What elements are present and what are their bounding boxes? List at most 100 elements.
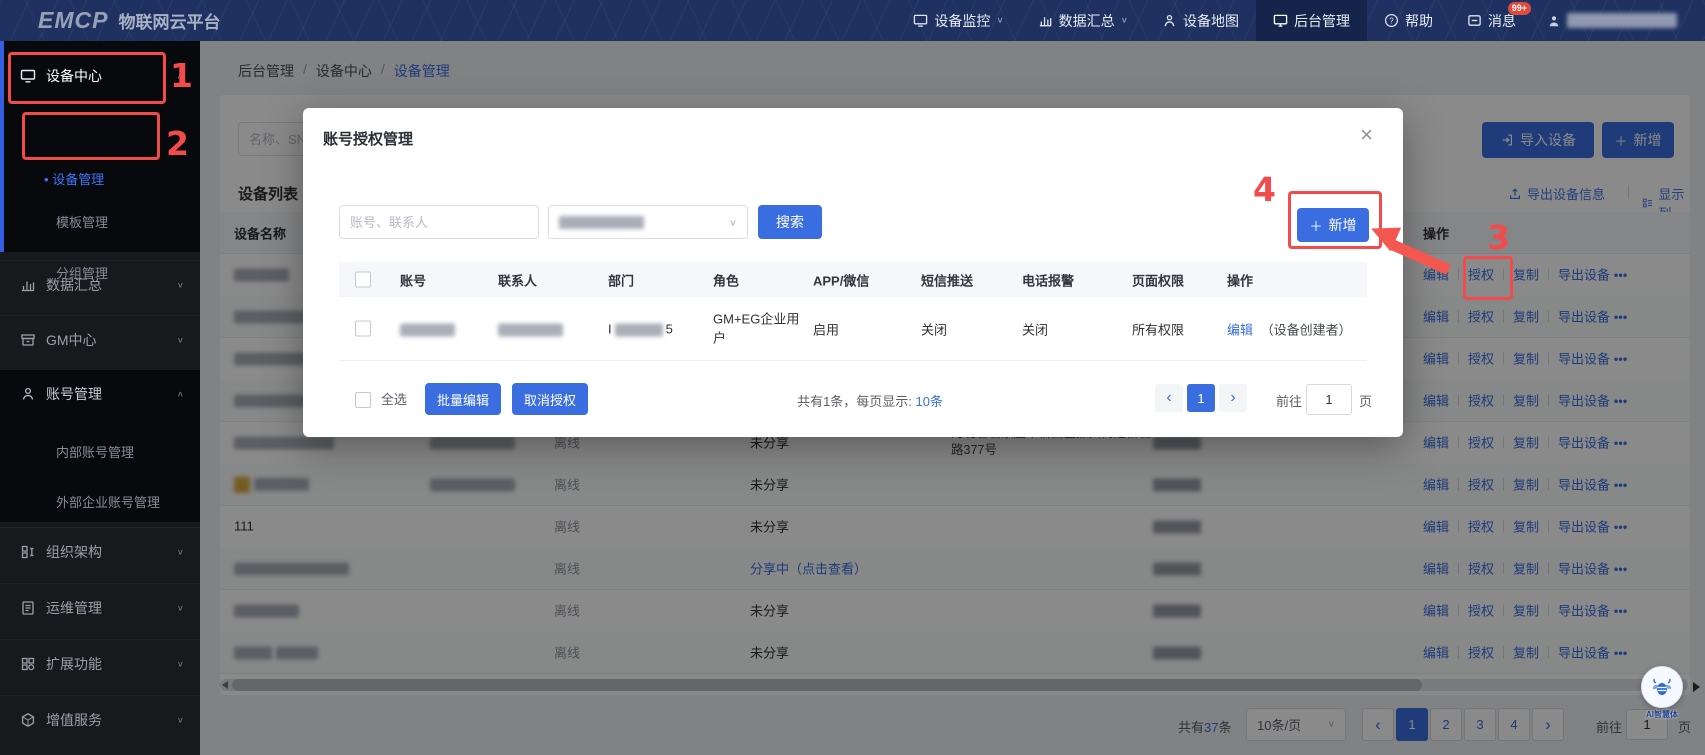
modal-goto-input[interactable] <box>1306 384 1352 415</box>
sidebar-item-label: GM中心 <box>46 330 97 350</box>
account-filter-select[interactable]: ∨ <box>548 205 748 239</box>
column-app-wechat: APP/微信 <box>813 270 869 289</box>
sidebar-item-template-manage[interactable]: 模板管理 <box>56 212 108 231</box>
chevron-down-icon: ∨ <box>996 16 1003 25</box>
topnav-device-monitor[interactable]: 设备监控 ∨ <box>896 0 1020 41</box>
modal-page-1[interactable]: 1 <box>1187 384 1215 412</box>
column-account: 账号 <box>400 270 426 289</box>
device-monitor-icon <box>20 68 36 84</box>
logo-emcp: EMCP <box>38 7 108 34</box>
chart-icon <box>1038 13 1053 28</box>
sms-push-cell: 关闭 <box>921 319 947 338</box>
message-icon <box>1467 13 1482 28</box>
sidebar-item-account-manage[interactable]: 账号管理 ∧ <box>0 370 200 418</box>
sidebar-item-label: 设备中心 <box>46 66 102 86</box>
logo-platform-name: 物联网云平台 <box>118 8 220 33</box>
creator-note: （设备创建者） <box>1261 322 1352 337</box>
sidebar-item-device-manage[interactable]: • 设备管理 <box>44 169 104 188</box>
sidebar-item-internal-account[interactable]: 内部账号管理 <box>56 442 134 461</box>
topnav-label: 设备地图 <box>1183 11 1239 31</box>
sidebar-item-device-center[interactable]: 设备中心 ∧ <box>0 52 200 100</box>
sidebar-item-label: 运维管理 <box>46 598 102 618</box>
modal-goto-label: 前往 <box>1276 391 1302 410</box>
modal-add-button[interactable]: ＋ 新增 <box>1297 208 1369 242</box>
ai-bee-icon <box>1641 666 1683 708</box>
column-department: 部门 <box>608 270 634 289</box>
close-icon[interactable]: × <box>1360 124 1373 146</box>
sidebar-item-extend-functions[interactable]: 扩展功能 ∨ <box>0 639 200 688</box>
chevron-down-icon: ∨ <box>177 604 184 613</box>
ai-expand-arrow-icon[interactable] <box>1693 682 1700 692</box>
sidebar-item-external-account[interactable]: 外部企业账号管理 <box>56 492 160 511</box>
redacted-department <box>615 323 663 336</box>
sidebar-item-org-structure[interactable]: 组织架构 ∨ <box>0 527 200 576</box>
chevron-down-icon: ∨ <box>177 281 184 290</box>
topnav-admin-active[interactable]: 后台管理 <box>1256 0 1367 41</box>
select-all-label: 全选 <box>381 392 407 407</box>
department-cell: I5 <box>608 321 673 336</box>
phone-alarm-cell: 关闭 <box>1022 319 1048 338</box>
account-search-input[interactable] <box>339 205 539 239</box>
chevron-up-icon: ∧ <box>177 72 184 81</box>
redacted-username <box>1567 13 1677 28</box>
chevron-down-icon: ∨ <box>1121 16 1128 25</box>
edit-link[interactable]: 编辑 <box>1227 322 1253 337</box>
active-bullet: • <box>44 172 49 187</box>
modal-table-header: 账号 联系人 部门 角色 APP/微信 短信推送 电话报警 页面权限 操作 <box>339 262 1367 297</box>
topnav-device-map[interactable]: 设备地图 <box>1145 0 1256 41</box>
batch-edit-button[interactable]: 批量编辑 <box>425 383 501 415</box>
chevron-down-icon: ∨ <box>177 660 184 669</box>
topnav-messages[interactable]: 消息 99+ <box>1450 0 1533 41</box>
avatar-icon <box>1547 14 1561 28</box>
search-button[interactable]: 搜索 <box>758 205 822 239</box>
message-count-badge: 99+ <box>1508 2 1531 15</box>
ai-assistant-widget[interactable]: AI智慧体 <box>1632 666 1692 720</box>
grid-modules-icon <box>20 656 36 672</box>
topnav-label: 数据汇总 <box>1059 11 1115 31</box>
chart-icon <box>20 277 36 293</box>
person-icon <box>20 386 36 402</box>
sidebar-item-label: 数据汇总 <box>46 275 102 295</box>
question-circle-icon: ? <box>1384 13 1399 28</box>
cancel-auth-button[interactable]: 取消授权 <box>512 383 588 415</box>
modal-total-text: 共有1条，每页显示: 10条 <box>797 391 943 410</box>
sidebar-item-data-summary[interactable]: 数据汇总 ∨ <box>0 260 200 309</box>
sidebar-item-label: 内部账号管理 <box>56 445 134 460</box>
monitor-icon <box>913 13 928 28</box>
select-all-checkbox[interactable] <box>355 271 371 287</box>
redacted-contact <box>498 323 563 336</box>
page-permission-cell: 所有权限 <box>1132 319 1184 338</box>
map-pin-person-icon <box>1162 13 1177 28</box>
ai-assistant-label: AI智慧体 <box>1632 709 1692 720</box>
role-cell: GM+EG企业用户 <box>713 309 805 348</box>
column-contact: 联系人 <box>498 270 537 289</box>
topnav-user-account[interactable] <box>1533 0 1705 41</box>
chevron-down-icon: ∨ <box>729 217 737 227</box>
svg-text:?: ? <box>1389 16 1394 25</box>
topnav-label: 帮助 <box>1405 11 1433 31</box>
topnav-help[interactable]: ? 帮助 <box>1367 0 1450 41</box>
archive-box-icon <box>20 332 36 348</box>
sidebar-item-gm-center[interactable]: GM中心 ∨ <box>0 315 200 364</box>
topnav-data-summary[interactable]: 数据汇总 ∨ <box>1021 0 1145 41</box>
sidebar-item-label: 外部企业账号管理 <box>56 495 160 510</box>
column-role: 角色 <box>713 270 739 289</box>
modal-next-page[interactable]: › <box>1219 384 1247 412</box>
sidebar-group-account: 账号管理 ∧ 内部账号管理 外部企业账号管理 <box>0 370 200 522</box>
row-action-cell: 编辑 （设备创建者） <box>1227 319 1352 338</box>
modal-prev-page[interactable]: ‹ <box>1155 384 1183 412</box>
chevron-down-icon: ∨ <box>177 336 184 345</box>
select-all-checkbox[interactable] <box>355 392 371 408</box>
chevron-left-icon: ‹ <box>1166 389 1171 407</box>
column-phone-alarm: 电话报警 <box>1022 270 1074 289</box>
redacted-select-value <box>559 216 644 229</box>
topnav-label: 设备监控 <box>934 11 990 31</box>
sidebar-item-value-added[interactable]: 增值服务 ∨ <box>0 695 200 744</box>
chevron-up-icon: ∧ <box>177 390 184 399</box>
per-page-value[interactable]: 10条 <box>916 394 943 409</box>
topbar: EMCP 物联网云平台 设备监控 ∨ 数据汇总 ∨ 设备地图 后台管理 <box>0 0 1705 41</box>
row-checkbox[interactable] <box>355 320 371 336</box>
account-auth-modal: 账号授权管理 × ∨ 搜索 ＋ 新增 账号 联系人 部门 角色 APP/微信 短… <box>303 108 1403 437</box>
sidebar-item-ops-manage[interactable]: 运维管理 ∨ <box>0 583 200 632</box>
column-sms-push: 短信推送 <box>921 270 973 289</box>
